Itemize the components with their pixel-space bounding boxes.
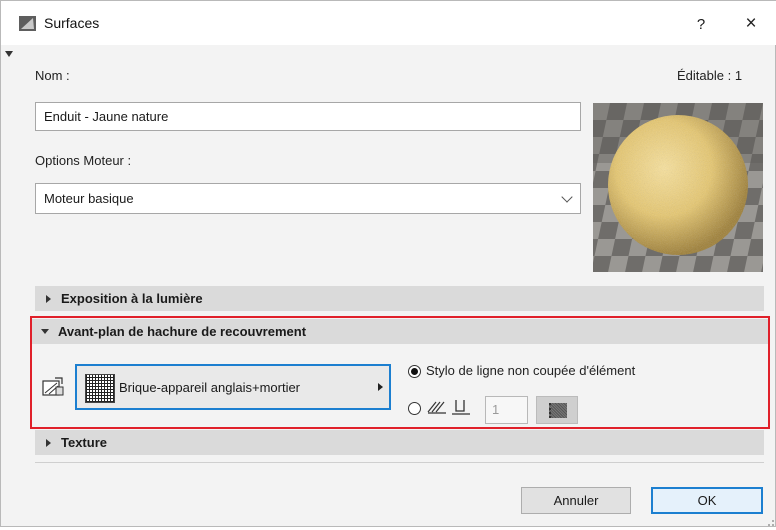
section-texture-label: Texture xyxy=(61,435,107,450)
section-hatch-label: Avant-plan de hachure de recouvrement xyxy=(58,324,307,339)
ok-button[interactable]: OK xyxy=(651,487,763,514)
name-input[interactable]: Enduit - Jaune nature xyxy=(35,102,581,131)
hatch-pattern-button[interactable]: Brique-appareil anglais+mortier xyxy=(75,364,391,410)
collapse-down-icon xyxy=(41,329,49,334)
help-button[interactable]: ? xyxy=(689,13,713,37)
radio-element-pen[interactable] xyxy=(408,365,421,378)
editable-count-label: Éditable : 1 xyxy=(677,68,743,83)
expand-right-icon xyxy=(46,295,51,303)
surfaces-dialog: Surfaces ? × Nom : Éditable : 1 Enduit -… xyxy=(0,0,776,527)
title-bar: Surfaces ? × xyxy=(1,1,776,45)
section-texture-header[interactable]: Texture xyxy=(35,430,764,455)
fill-pen-icon xyxy=(426,397,476,417)
engine-select-value: Moteur basique xyxy=(44,191,134,206)
pen-color-swatch[interactable] xyxy=(536,396,578,424)
material-preview xyxy=(593,103,763,272)
section-exposure-label: Exposition à la lumière xyxy=(61,291,203,306)
name-label: Nom : xyxy=(35,68,70,83)
radio-element-pen-label: Stylo de ligne non coupée d'élément xyxy=(426,363,636,378)
section-exposure-header[interactable]: Exposition à la lumière xyxy=(35,286,764,311)
resize-corner-icon xyxy=(5,51,13,57)
engine-select[interactable]: Moteur basique xyxy=(35,183,581,214)
close-button[interactable]: × xyxy=(738,11,764,37)
radio-custom-pen[interactable] xyxy=(408,402,421,415)
window-title: Surfaces xyxy=(44,15,100,31)
expand-right-icon xyxy=(46,439,51,447)
resize-grip-icon[interactable] xyxy=(765,515,775,526)
submenu-arrow-icon xyxy=(378,383,383,391)
hatch-fill-icon xyxy=(41,375,65,399)
pen-number-input[interactable]: 1 xyxy=(485,396,528,424)
app-icon xyxy=(19,16,36,31)
section-hatch-header[interactable]: Avant-plan de hachure de recouvrement xyxy=(32,319,768,344)
chevron-down-icon xyxy=(561,191,573,203)
pen-pattern-icon xyxy=(549,403,567,418)
hatch-pattern-label: Brique-appareil anglais+mortier xyxy=(119,380,301,395)
footer-divider xyxy=(35,462,764,463)
cancel-button[interactable]: Annuler xyxy=(521,487,631,514)
brick-hatch-swatch-icon xyxy=(85,374,115,403)
engine-options-label: Options Moteur : xyxy=(35,153,132,168)
